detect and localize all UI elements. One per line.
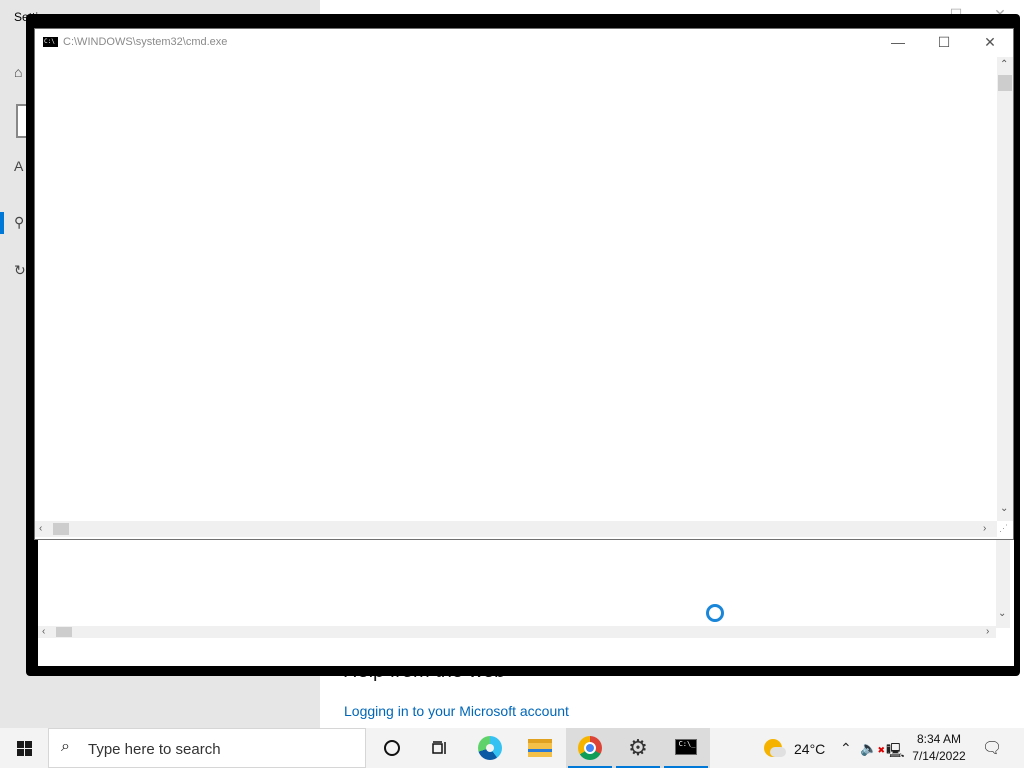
network-icon[interactable]: 🖳: [886, 740, 905, 764]
settings-taskbar-button[interactable]: ⚙: [614, 728, 662, 768]
file-explorer-taskbar-button[interactable]: [516, 728, 564, 768]
cortana-icon: [384, 740, 400, 756]
search-icon: ⌕: [61, 738, 70, 755]
cmd-taskbar-button[interactable]: C:\_: [662, 728, 710, 768]
scroll-right-icon[interactable]: ›: [986, 626, 989, 637]
cmd-vertical-thumb[interactable]: [998, 75, 1012, 91]
selected-nav-indicator: [0, 212, 4, 234]
task-view-button[interactable]: [416, 728, 464, 768]
cmd-horizontal-scrollbar[interactable]: ‹ ›: [35, 521, 997, 537]
taskbar-search-box[interactable]: ⌕ Type here to search: [48, 728, 366, 768]
scroll-left-icon[interactable]: ‹: [42, 626, 45, 637]
cmd-titlebar[interactable]: C:\ C:\WINDOWS\system32\cmd.exe — ☐ ✕: [35, 29, 1013, 57]
cmd-close-button[interactable]: ✕: [967, 29, 1013, 57]
start-button[interactable]: [0, 728, 48, 768]
edge-icon: [478, 736, 502, 760]
cmd-app-icon: C:\: [43, 37, 58, 47]
cmd-window-title: C:\WINDOWS\system32\cmd.exe: [63, 36, 228, 48]
edge-taskbar-button[interactable]: [466, 728, 514, 768]
weather-icon[interactable]: [764, 739, 786, 757]
chrome-icon: [578, 736, 602, 760]
search-placeholder: Type here to search: [88, 741, 221, 758]
loading-spinner-icon: [706, 604, 724, 622]
scroll-right-icon[interactable]: ›: [983, 523, 986, 534]
folder-icon: [528, 739, 552, 757]
microsoft-account-help-link[interactable]: Logging in to your Microsoft account: [344, 703, 569, 719]
chevron-up-icon[interactable]: ⌃: [840, 740, 852, 757]
home-icon[interactable]: ⌂: [14, 64, 22, 80]
chrome-taskbar-button[interactable]: [566, 728, 614, 768]
gear-icon: ⚙: [628, 735, 648, 760]
background-blank-window: ⌄ ‹ ›: [38, 540, 1014, 666]
scroll-down-icon[interactable]: ⌄: [998, 608, 1006, 619]
cortana-button[interactable]: [368, 728, 416, 768]
volume-muted-icon[interactable]: 🔈✖: [860, 740, 885, 757]
weather-temperature[interactable]: 24°C: [794, 741, 825, 757]
scroll-up-icon[interactable]: ⌃: [1000, 59, 1008, 70]
resize-grip-icon[interactable]: ⋰: [999, 523, 1008, 534]
taskbar-clock[interactable]: 8:34 AM 7/14/2022: [906, 731, 972, 765]
cmd-window[interactable]: C:\ C:\WINDOWS\system32\cmd.exe — ☐ ✕ ⌃ …: [34, 28, 1014, 540]
cmd-vertical-scrollbar[interactable]: ⌃ ⌄: [997, 57, 1013, 521]
background-scroll-thumb[interactable]: [56, 627, 72, 637]
background-horizontal-scrollbar[interactable]: ‹ ›: [38, 626, 996, 638]
background-vertical-scrollbar[interactable]: ⌄: [996, 540, 1010, 628]
person-icon[interactable]: ⚲: [14, 214, 24, 231]
scroll-down-icon[interactable]: ⌄: [1000, 503, 1008, 514]
settings-section-letter: A: [14, 158, 24, 174]
scroll-left-icon[interactable]: ‹: [39, 523, 42, 534]
task-view-icon: [432, 741, 446, 754]
cmd-horizontal-thumb[interactable]: [53, 523, 69, 535]
clock-time: 8:34 AM: [916, 732, 962, 746]
cmd-maximize-button[interactable]: ☐: [921, 29, 967, 57]
sync-icon[interactable]: ↻: [14, 262, 26, 279]
clock-date: 7/14/2022: [912, 749, 966, 763]
cmd-icon: C:\_: [675, 739, 697, 755]
cmd-console-area[interactable]: [35, 57, 997, 521]
notification-icon[interactable]: 🗨: [982, 738, 1002, 758]
cmd-minimize-button[interactable]: —: [875, 29, 921, 57]
windows-logo-icon: [17, 741, 32, 756]
